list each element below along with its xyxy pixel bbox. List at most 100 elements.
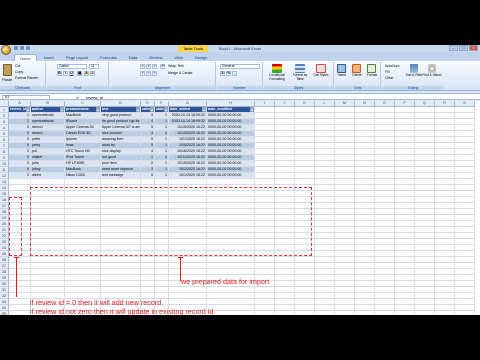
empty-cell[interactable] bbox=[375, 311, 395, 315]
fill-button[interactable]: Fill bbox=[385, 70, 389, 74]
align-center-icon[interactable]: ≡ bbox=[146, 71, 151, 76]
comma-icon[interactable]: , bbox=[232, 71, 237, 76]
align-middle-icon[interactable]: ≡ bbox=[146, 64, 151, 69]
table-header-label: date_added bbox=[170, 107, 190, 111]
copy-button[interactable]: Copy bbox=[15, 70, 23, 74]
styles-label: Styles bbox=[264, 86, 333, 90]
styles-group: Conditional Formatting Format as Table C… bbox=[264, 62, 334, 90]
tab-data[interactable]: Data bbox=[124, 54, 142, 61]
empty-cell[interactable] bbox=[355, 311, 375, 315]
delete-cells-button[interactable]: Delete bbox=[350, 73, 364, 78]
table-header-label: date_modified bbox=[208, 107, 233, 111]
arrow-to-review-id bbox=[16, 257, 17, 297]
format-as-table-button[interactable]: Format as Table bbox=[290, 73, 310, 81]
format-cells-icon[interactable] bbox=[367, 64, 376, 73]
font-group: Calibri 11 B I U ▦ A A Font bbox=[47, 62, 109, 90]
conditional-formatting-button[interactable]: Conditional Formatting bbox=[264, 73, 290, 81]
font-size-select[interactable]: 11 bbox=[89, 64, 99, 69]
tab-formulas[interactable]: Formulas bbox=[95, 54, 122, 61]
empty-cell[interactable] bbox=[395, 311, 415, 315]
autosum-button[interactable]: AutoSum bbox=[385, 64, 399, 68]
orientation-icon[interactable]: ↗ bbox=[160, 64, 165, 69]
paste-icon[interactable] bbox=[3, 64, 12, 76]
office-button-icon[interactable] bbox=[1, 45, 11, 55]
filter-dropdown-icon[interactable]: ▾ bbox=[202, 107, 206, 112]
alignment-label: Alignment bbox=[110, 86, 215, 90]
tab-insert[interactable]: Insert bbox=[39, 54, 59, 61]
empty-cell[interactable] bbox=[207, 311, 255, 315]
find-select-icon[interactable] bbox=[428, 64, 436, 73]
filter-dropdown-icon[interactable]: ▾ bbox=[60, 107, 64, 112]
merge-center-button[interactable]: Merge & Center bbox=[168, 71, 193, 75]
minimize-icon[interactable]: – bbox=[449, 45, 458, 51]
empty-cell[interactable] bbox=[9, 311, 31, 315]
paste-button[interactable]: Paste bbox=[2, 77, 12, 82]
empty-cell[interactable] bbox=[295, 311, 315, 315]
align-top-icon[interactable]: ≡ bbox=[140, 64, 145, 69]
percent-icon[interactable]: % bbox=[226, 71, 231, 76]
empty-cell[interactable] bbox=[335, 311, 355, 315]
row-header-35[interactable]: 35 bbox=[0, 311, 9, 315]
sort-filter-icon[interactable] bbox=[410, 64, 418, 73]
sort-filter-button[interactable]: Sort & Filter bbox=[404, 73, 424, 78]
insert-cells-button[interactable]: Insert bbox=[335, 73, 349, 78]
filter-dropdown-icon[interactable]: ▾ bbox=[150, 107, 154, 112]
ribbon: Paste Cut Copy Format Painter Clipboard … bbox=[0, 61, 480, 91]
formula-input[interactable]: review_id bbox=[86, 95, 103, 100]
excel-window: Book1 - Microsoft Excel Table Tools – □ … bbox=[0, 45, 480, 315]
bold-button[interactable]: B bbox=[57, 71, 62, 76]
empty-cell[interactable] bbox=[415, 311, 435, 315]
italic-button[interactable]: I bbox=[63, 71, 68, 76]
close-icon[interactable]: × bbox=[469, 45, 478, 51]
tab-review[interactable]: Review bbox=[144, 54, 167, 61]
delete-cells-icon[interactable] bbox=[352, 64, 361, 73]
arrow-head-left bbox=[14, 257, 19, 258]
borders-icon[interactable]: ▦ bbox=[77, 71, 82, 76]
format-cells-button[interactable]: Format bbox=[365, 73, 379, 78]
video-frame: Book1 - Microsoft Excel Table Tools – □ … bbox=[0, 0, 480, 360]
font-color-icon[interactable]: A bbox=[90, 71, 95, 76]
maximize-icon[interactable]: □ bbox=[459, 45, 468, 51]
filter-dropdown-icon[interactable]: ▾ bbox=[136, 107, 140, 112]
align-right-icon[interactable]: ≡ bbox=[152, 71, 157, 76]
empty-cell[interactable] bbox=[255, 311, 275, 315]
currency-icon[interactable]: $ bbox=[220, 71, 225, 76]
empty-cell[interactable] bbox=[275, 311, 295, 315]
empty-cell[interactable] bbox=[455, 311, 475, 315]
tab-view[interactable]: View bbox=[169, 54, 188, 61]
align-left-icon[interactable]: ≡ bbox=[140, 71, 145, 76]
font-name-select[interactable]: Calibri bbox=[57, 64, 87, 69]
name-box[interactable]: A1 bbox=[2, 95, 50, 100]
window-controls: – □ × bbox=[449, 45, 478, 51]
align-bottom-icon[interactable]: ≡ bbox=[152, 64, 157, 69]
filter-dropdown-icon[interactable]: ▾ bbox=[250, 107, 254, 112]
fill-color-icon[interactable]: A bbox=[84, 71, 89, 76]
ribbon-tabs: Home Insert Page Layout Formulas Data Review V… bbox=[0, 52, 480, 61]
title-bar: Book1 - Microsoft Excel Table Tools – □ … bbox=[0, 45, 480, 55]
filter-dropdown-icon[interactable]: ▾ bbox=[164, 107, 168, 112]
cut-button[interactable]: Cut bbox=[15, 64, 20, 68]
fx-icon[interactable]: fx bbox=[76, 95, 79, 100]
number-format-select[interactable]: General bbox=[220, 64, 260, 69]
empty-cell[interactable] bbox=[435, 311, 455, 315]
annotation-prepared-data: we prepared data for import bbox=[181, 277, 270, 286]
tab-page-layout[interactable]: Page Layout bbox=[61, 54, 93, 61]
clipboard-group: Paste Cut Copy Format Painter Clipboard bbox=[0, 62, 46, 90]
insert-cells-icon[interactable] bbox=[337, 64, 346, 73]
filter-dropdown-icon[interactable]: ▾ bbox=[96, 107, 100, 112]
cell-styles-icon[interactable] bbox=[316, 64, 326, 73]
filter-dropdown-icon[interactable]: ▾ bbox=[26, 107, 30, 112]
format-painter-button[interactable]: Format Painter bbox=[15, 76, 38, 80]
find-select-button[interactable]: Find & Select bbox=[422, 73, 442, 78]
format-as-table-icon[interactable] bbox=[295, 64, 305, 73]
underline-button[interactable]: U bbox=[69, 71, 74, 76]
tab-design[interactable]: Design bbox=[190, 54, 212, 61]
number-group: General $ % , Number bbox=[217, 62, 263, 90]
empty-cell[interactable] bbox=[315, 311, 335, 315]
conditional-formatting-icon[interactable] bbox=[272, 64, 282, 73]
tab-home[interactable]: Home bbox=[14, 54, 37, 61]
annotation-update-record: if review id not zero then it will updat… bbox=[30, 307, 214, 316]
clear-button[interactable]: Clear bbox=[385, 76, 393, 80]
wrap-text-button[interactable]: Wrap Text bbox=[168, 64, 184, 68]
cell-styles-button[interactable]: Cell Styles bbox=[311, 73, 331, 78]
